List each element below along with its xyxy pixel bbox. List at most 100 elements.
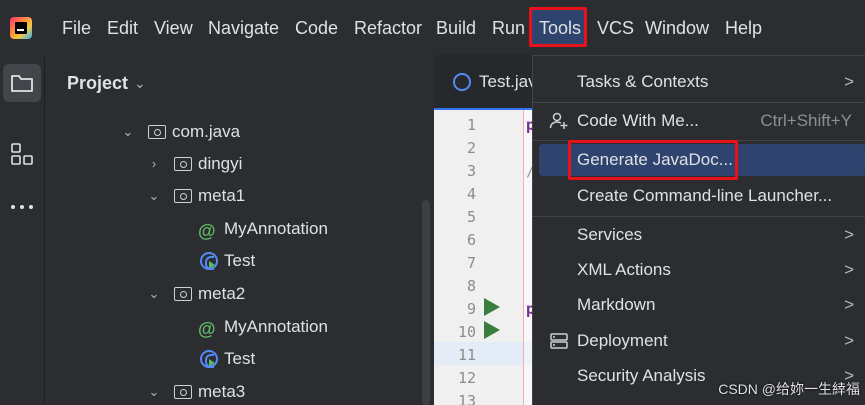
menu-edit[interactable]: Edit (107, 16, 138, 40)
menu-item-label: XML Actions (577, 260, 671, 279)
chevron-down-icon[interactable]: ⌄ (134, 75, 146, 92)
menu-separator (533, 216, 865, 217)
tree-item-label: dingyi (198, 154, 243, 173)
chevron-down-icon[interactable]: ⌄ (148, 279, 160, 309)
tools-dropdown-menu: Tasks & Contexts > Code With Me... Ctrl+… (532, 55, 865, 405)
menu-item-code-with-me[interactable]: Code With Me... Ctrl+Shift+Y (533, 105, 865, 137)
tab-test-java[interactable]: Test.jav (434, 55, 537, 110)
more-icon (11, 205, 33, 209)
project-panel: Project ⌄ ⌄ com.java › dingyi ⌄ meta1 @ … (46, 55, 434, 405)
line-number: 2 (466, 139, 476, 157)
menu-tools[interactable]: Tools (539, 16, 581, 40)
tree-item-test[interactable]: Test (198, 344, 418, 374)
menu-item-deployment[interactable]: Deployment > (533, 325, 865, 357)
tree-item-dingyi[interactable]: › dingyi (148, 149, 418, 179)
tree-item-label: meta3 (198, 382, 246, 401)
menu-help[interactable]: Help (725, 16, 762, 40)
menu-item-tasks-contexts[interactable]: Tasks & Contexts > (533, 66, 865, 98)
line-number: 12 (457, 369, 476, 387)
line-number: 1 (466, 116, 476, 134)
project-tool-button[interactable] (3, 64, 41, 102)
menu-navigate[interactable]: Navigate (208, 16, 279, 40)
menu-item-label: Services (577, 225, 643, 244)
tree-item-test[interactable]: Test (198, 246, 418, 276)
line-number: 9 (466, 300, 476, 318)
menu-window[interactable]: Window (645, 16, 709, 40)
package-icon (174, 157, 192, 171)
menu-view[interactable]: View (154, 16, 193, 40)
structure-tool-button[interactable] (3, 135, 41, 173)
menu-separator (533, 102, 865, 103)
menu-item-xml-actions[interactable]: XML Actions > (533, 254, 865, 286)
menu-item-create-command-line-launcher[interactable]: Create Command-line Launcher... (533, 180, 865, 212)
watermark-text: CSDN @给妳一生緈福 (718, 381, 860, 397)
tree-item-meta1[interactable]: ⌄ meta1 (148, 181, 418, 211)
chevron-right-icon[interactable]: › (148, 149, 160, 179)
class-icon (453, 73, 471, 91)
code-margin-line (523, 110, 524, 405)
menu-refactor[interactable]: Refactor (354, 16, 422, 40)
run-gutter-icon[interactable] (484, 321, 500, 339)
class-icon (200, 350, 218, 368)
line-number: 4 (466, 185, 476, 203)
run-gutter-icon[interactable] (484, 298, 500, 316)
more-tools-button[interactable] (3, 188, 41, 226)
annotation-icon: @ (198, 319, 216, 339)
chevron-right-icon: > (844, 295, 854, 314)
add-user-icon (549, 112, 568, 129)
line-number: 11 (457, 346, 476, 364)
menu-code[interactable]: Code (295, 16, 338, 40)
menu-item-markdown[interactable]: Markdown > (533, 289, 865, 321)
tree-item-label: MyAnnotation (224, 317, 328, 336)
structure-icon (11, 143, 33, 165)
menu-item-shortcut: Ctrl+Shift+Y (760, 111, 852, 130)
menu-item-label: Code With Me... (577, 111, 699, 130)
tab-label: Test.jav (479, 72, 537, 91)
tree-item-label: MyAnnotation (224, 219, 328, 238)
chevron-right-icon: > (844, 72, 854, 91)
tree-item-myannotation[interactable]: @ MyAnnotation (198, 214, 418, 244)
menu-item-label: Tasks & Contexts (577, 72, 709, 91)
menu-run[interactable]: Run (492, 16, 525, 40)
project-panel-title[interactable]: Project (67, 73, 128, 94)
tree-item-label: Test (224, 251, 256, 270)
tree-item-meta3[interactable]: ⌄ meta3 (148, 377, 418, 405)
menu-build[interactable]: Build (436, 16, 476, 40)
menu-file[interactable]: File (62, 16, 91, 40)
package-icon (174, 189, 192, 203)
chevron-down-icon[interactable]: ⌄ (148, 181, 160, 211)
intellij-logo-icon[interactable] (10, 17, 32, 39)
generate-javadoc-highlight-box (568, 140, 738, 180)
menu-vcs[interactable]: VCS (597, 16, 634, 40)
line-number: 3 (466, 162, 476, 180)
package-icon (174, 385, 192, 399)
package-icon (148, 125, 166, 139)
line-gutter: 1 2 3 4 5 6 7 8 9 10 11 12 13 (434, 110, 524, 405)
chevron-right-icon: > (844, 260, 854, 279)
chevron-down-icon[interactable]: ⌄ (148, 377, 160, 405)
tree-item-myannotation[interactable]: @ MyAnnotation (198, 312, 418, 342)
package-icon (174, 287, 192, 301)
menu-item-label: Create Command-line Launcher... (577, 186, 833, 205)
tool-window-strip (0, 55, 45, 405)
line-number: 7 (466, 254, 476, 272)
project-scrollbar[interactable] (422, 200, 430, 405)
line-number: 5 (466, 208, 476, 226)
line-number: 10 (457, 323, 476, 341)
menu-item-label: Markdown (577, 295, 656, 314)
annotation-icon: @ (198, 221, 216, 241)
class-icon (200, 252, 218, 270)
menu-item-label: Deployment (577, 331, 668, 350)
line-number: 6 (466, 231, 476, 249)
folder-icon (11, 75, 33, 92)
tree-item-label: meta2 (198, 284, 246, 303)
chevron-down-icon[interactable]: ⌄ (122, 117, 134, 147)
menu-item-label: Security Analysis (577, 366, 706, 385)
line-number: 13 (457, 392, 476, 405)
menu-bar: File Edit View Navigate Code Refactor Bu… (0, 0, 865, 55)
chevron-right-icon: > (844, 225, 854, 244)
chevron-right-icon: > (844, 331, 854, 350)
tree-item-com-java[interactable]: ⌄ com.java (122, 117, 422, 147)
tree-item-meta2[interactable]: ⌄ meta2 (148, 279, 418, 309)
menu-item-services[interactable]: Services > (533, 219, 865, 251)
